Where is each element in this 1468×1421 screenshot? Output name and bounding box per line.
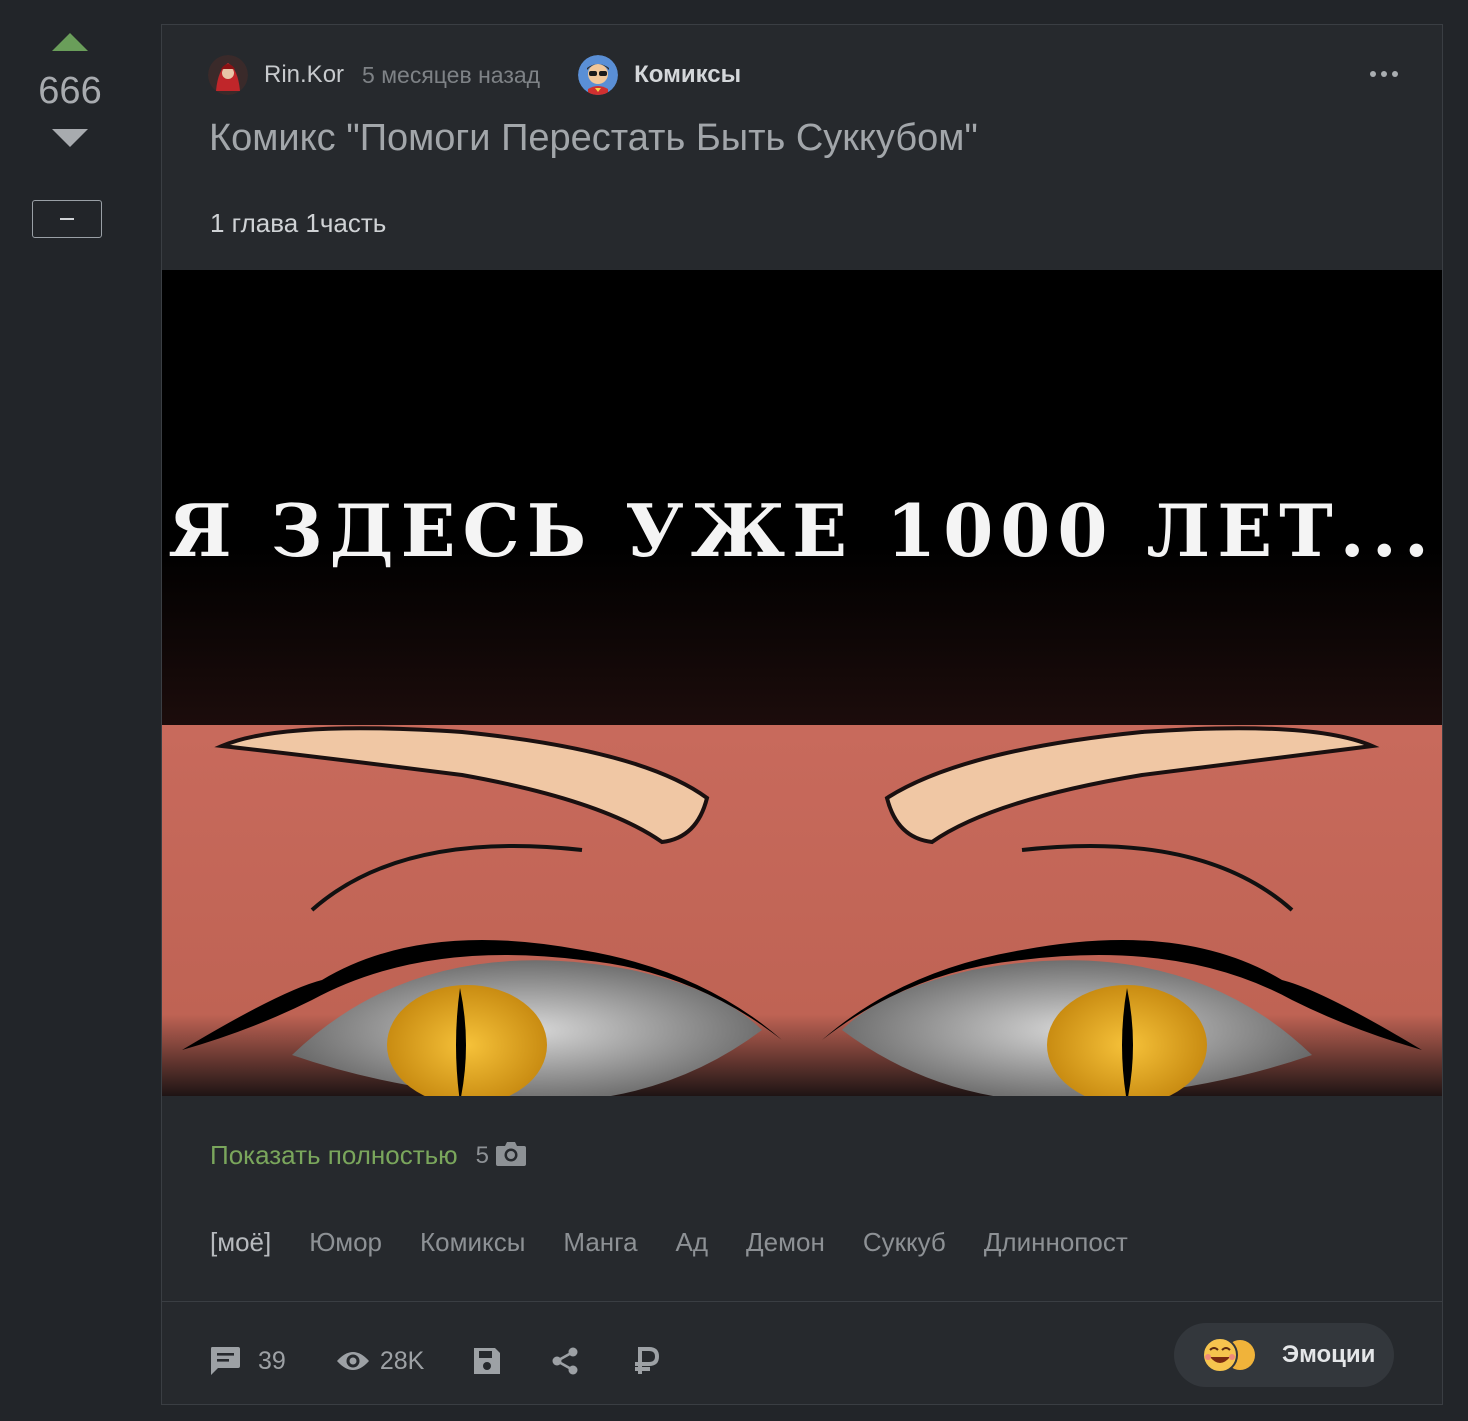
donate-button[interactable] (632, 1346, 660, 1376)
emotions-button[interactable]: Эмоции (1174, 1323, 1394, 1387)
tag-item[interactable]: Длиннопост (984, 1227, 1128, 1258)
show-full-row: Показать полностью 5 (210, 1139, 527, 1172)
photo-count: 5 (475, 1141, 490, 1169)
post-title[interactable]: Комикс "Помоги Перестать Быть Суккубом" (209, 117, 978, 160)
post-header: Rin.Kor 5 месяцев назад Комиксы (208, 55, 1402, 95)
comment-icon (211, 1347, 240, 1375)
community-link[interactable]: Комиксы (578, 55, 741, 95)
share-icon (552, 1347, 578, 1375)
footer-divider (162, 1301, 1442, 1302)
comments-count: 39 (258, 1346, 286, 1375)
post-footer: 39 28K Эмоции (208, 1323, 1394, 1389)
save-icon (474, 1348, 501, 1374)
community-avatar (578, 55, 619, 95)
vote-score: 666 (38, 70, 102, 112)
post-card: Rin.Kor 5 месяцев назад Комиксы Комикс "… (161, 24, 1443, 1405)
post-subtitle: 1 глава 1часть (210, 208, 387, 238)
comments-button[interactable]: 39 (208, 1344, 286, 1378)
author-name[interactable]: Rin.Kor (264, 61, 344, 89)
tag-item[interactable]: Демон (746, 1227, 825, 1258)
views-indicator: 28K (336, 1347, 424, 1376)
views-count: 28K (379, 1346, 425, 1375)
tag-item[interactable]: [моё] (210, 1227, 271, 1258)
emotions-label: Эмоции (1282, 1341, 1376, 1368)
eye-icon (336, 1352, 369, 1370)
post-time: 5 месяцев назад (362, 61, 541, 88)
tag-item[interactable]: Суккуб (863, 1227, 946, 1258)
camera-icon (495, 1139, 527, 1172)
tag-item[interactable]: Юмор (309, 1227, 382, 1258)
ruble-icon (635, 1347, 660, 1374)
tag-list: [моё] Юмор Комиксы Манга Ад Демон Суккуб… (210, 1227, 1128, 1258)
more-options-icon[interactable] (1366, 67, 1402, 81)
community-name: Комиксы (634, 61, 742, 88)
downvote-icon[interactable] (52, 129, 88, 147)
tag-item[interactable]: Комиксы (420, 1227, 525, 1258)
emotions-icon (1202, 1337, 1255, 1373)
upvote-icon[interactable] (52, 33, 88, 51)
tag-item[interactable]: Манга (563, 1227, 637, 1258)
save-button[interactable] (472, 1346, 502, 1376)
author-avatar[interactable] (208, 55, 248, 95)
collapse-button[interactable] (32, 200, 102, 238)
show-full-link[interactable]: Показать полностью (210, 1140, 458, 1171)
post-image[interactable]: Я ЗДЕСЬ УЖЕ 1000 ЛЕТ... (162, 270, 1442, 1096)
share-button[interactable] (550, 1346, 580, 1376)
tag-item[interactable]: Ад (676, 1227, 709, 1258)
minus-icon (60, 218, 74, 220)
image-caption: Я ЗДЕСЬ УЖЕ 1000 ЛЕТ... (168, 488, 1436, 573)
